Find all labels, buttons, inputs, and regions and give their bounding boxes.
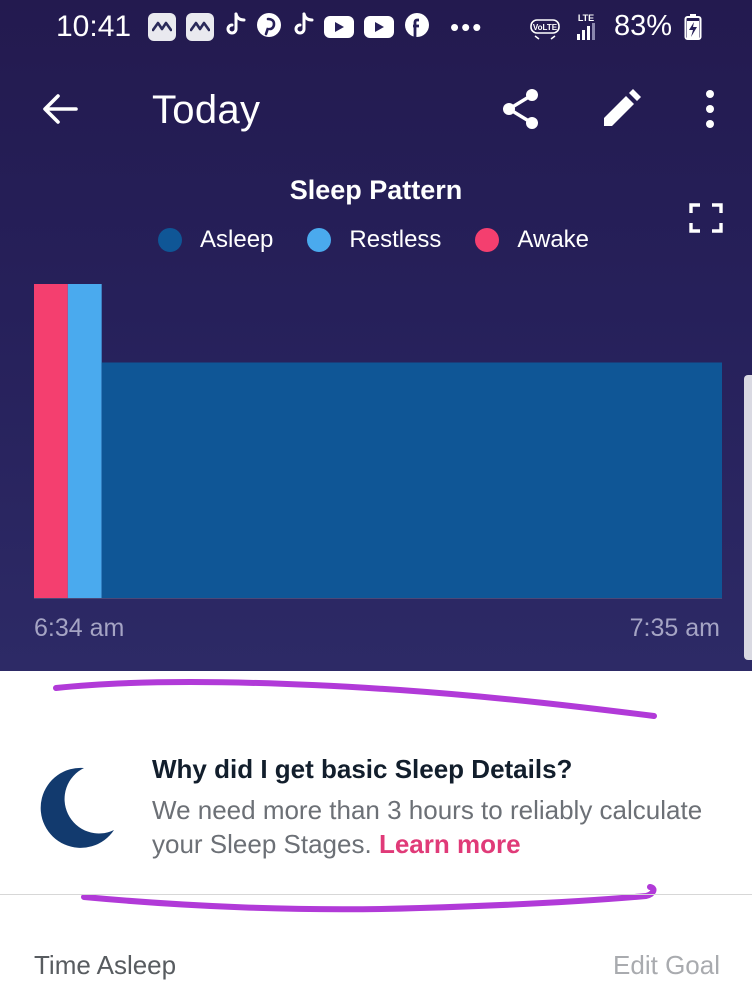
sleep-segment-restless [67, 284, 102, 598]
annotation-marker-stroke [81, 884, 657, 913]
status-right: VoLTE LTE 83% [530, 10, 702, 43]
section-divider [0, 894, 752, 895]
legend-dot-awake [475, 228, 500, 252]
legend-item-awake: Awake [475, 226, 589, 254]
chart-title: Sleep Pattern [289, 175, 463, 205]
battery-percent: 83% [613, 10, 672, 42]
tiktok-icon [292, 12, 314, 43]
edit-pencil-icon[interactable] [598, 86, 644, 132]
legend-dot-asleep [158, 228, 182, 252]
sleep-chart-panel: 10:41 ••• VoLTE LTE 83% Today Sleep Patt… [0, 0, 752, 671]
edit-goal-button[interactable]: Edit Goal [613, 950, 720, 981]
pinterest-icon [256, 12, 282, 43]
sleep-segment-asleep [101, 362, 723, 598]
chart-legend: Asleep Restless Awake [158, 226, 623, 254]
battery-charging-icon [684, 13, 702, 40]
signal-icon: LTE [576, 13, 595, 40]
x-axis-end-label: 7:35 am [629, 614, 720, 642]
back-arrow-icon[interactable] [40, 89, 80, 129]
sleep-segment-awake [34, 284, 68, 598]
legend-label-restless: Restless [349, 226, 442, 253]
moon-icon [40, 767, 114, 848]
legend-dot-restless [307, 228, 332, 252]
svg-text:VoLTE: VoLTE [533, 23, 558, 32]
info-body: We need more than 3 hours to reliably ca… [152, 793, 732, 861]
page-title: Today [152, 88, 261, 132]
learn-more-link[interactable]: Learn more [379, 829, 521, 859]
youtube-icon [364, 16, 394, 38]
status-time: 10:41 [56, 10, 132, 43]
legend-label-asleep: Asleep [200, 226, 274, 253]
fitbit-icon [148, 13, 176, 41]
legend-label-awake: Awake [517, 226, 590, 253]
fullscreen-expand-icon[interactable] [688, 202, 724, 234]
legend-item-restless: Restless [307, 226, 441, 254]
info-heading: Why did I get basic Sleep Details? [152, 754, 573, 784]
sleep-pattern-chart [34, 284, 723, 599]
facebook-icon [404, 12, 430, 43]
more-options-icon[interactable] [694, 88, 726, 130]
time-asleep-label: Time Asleep [34, 950, 177, 980]
scroll-indicator[interactable] [744, 375, 752, 660]
notification-icons: ••• [148, 12, 483, 42]
share-icon[interactable] [498, 86, 544, 132]
annotation-marker-stroke [53, 679, 657, 719]
fitbit-icon [186, 13, 214, 41]
more-notifications-icon: ••• [450, 12, 484, 42]
svg-text:LTE: LTE [578, 13, 594, 23]
volte-icon: VoLTE [530, 18, 560, 40]
tiktok-icon [224, 12, 246, 43]
legend-item-asleep: Asleep [158, 226, 273, 254]
youtube-icon [324, 16, 354, 38]
x-axis-start-label: 6:34 am [34, 614, 125, 642]
